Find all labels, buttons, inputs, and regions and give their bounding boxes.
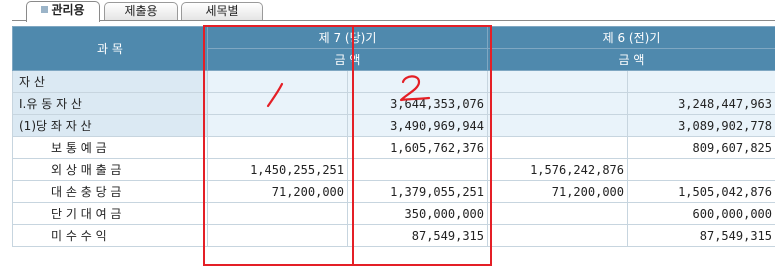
current-period-header: 제 7 (당)기 — [207, 26, 488, 49]
prior-detail-amount — [487, 224, 628, 247]
prior-total-amount: 1,505,042,876 — [627, 180, 775, 203]
prior-detail-amount — [487, 114, 628, 137]
tab-by-item[interactable]: 세목별 — [181, 2, 263, 21]
account-name-cell: 미 수 수 익 — [12, 224, 208, 247]
table-row: 미 수 수 익 87,549,315 87,549,315 — [12, 224, 775, 247]
prior-amount-header: 금 액 — [487, 48, 775, 71]
current-detail-amount: 1,450,255,251 — [207, 158, 348, 181]
tab-label: 관리용 — [51, 3, 85, 17]
prior-detail-amount — [487, 92, 628, 115]
prior-total-amount: 809,607,825 — [627, 136, 775, 159]
tab-bullet-icon — [41, 6, 49, 13]
account-name-cell: 보 통 예 금 — [12, 136, 208, 159]
tab-label: 제출용 — [124, 4, 158, 18]
prior-detail-amount — [487, 136, 628, 159]
current-amount-header: 금 액 — [207, 48, 488, 71]
table-row: 대 손 충 당 금 71,200,000 1,379,055,251 71,200,0… — [12, 180, 775, 203]
prior-total-amount — [627, 70, 775, 93]
prior-total-amount: 600,000,000 — [627, 202, 775, 225]
account-name-cell: 대 손 충 당 금 — [12, 180, 208, 203]
table-row: 단 기 대 여 금 350,000,000 600,000,000 — [12, 202, 775, 225]
prior-total-amount: 3,248,447,963 — [627, 92, 775, 115]
tab-bar: 관리용 제출용 세목별 — [0, 0, 775, 22]
prior-detail-amount: 71,200,000 — [487, 180, 628, 203]
current-detail-amount: 71,200,000 — [207, 180, 348, 203]
prior-detail-amount — [487, 202, 628, 225]
current-detail-amount — [207, 136, 348, 159]
current-detail-amount — [207, 70, 348, 93]
account-name-cell: (1)당 좌 자 산 — [12, 114, 208, 137]
current-total-amount — [347, 158, 488, 181]
account-name-cell: 외 상 매 출 금 — [12, 158, 208, 181]
current-detail-amount — [207, 224, 348, 247]
current-detail-amount — [207, 202, 348, 225]
financial-statement-table: 과 목 제 7 (당)기 제 6 (전)기 금 액 금 액 자 산 Ⅰ.유 동 자… — [12, 26, 775, 247]
table-row: 자 산 — [12, 70, 775, 93]
account-name-cell: Ⅰ.유 동 자 산 — [12, 92, 208, 115]
current-detail-amount — [207, 92, 348, 115]
account-name-cell: 단 기 대 여 금 — [12, 202, 208, 225]
prior-detail-amount: 1,576,242,876 — [487, 158, 628, 181]
tab-divider — [12, 20, 775, 21]
tab-label: 세목별 — [205, 4, 239, 18]
current-total-amount: 1,379,055,251 — [347, 180, 488, 203]
table-row: 외 상 매 출 금 1,450,255,251 1,576,242,876 — [12, 158, 775, 181]
table-row: Ⅰ.유 동 자 산 3,644,353,076 3,248,447,963 — [12, 92, 775, 115]
current-detail-amount — [207, 114, 348, 137]
subject-header: 과 목 — [12, 26, 208, 71]
current-total-amount: 3,490,969,944 — [347, 114, 488, 137]
current-total-amount: 87,549,315 — [347, 224, 488, 247]
current-total-amount: 3,644,353,076 — [347, 92, 488, 115]
prior-detail-amount — [487, 70, 628, 93]
tab-management[interactable]: 관리용 — [26, 1, 100, 22]
current-total-amount: 350,000,000 — [347, 202, 488, 225]
tab-submission[interactable]: 제출용 — [104, 2, 178, 21]
prior-period-header: 제 6 (전)기 — [487, 26, 775, 49]
prior-total-amount — [627, 158, 775, 181]
prior-total-amount: 3,089,902,778 — [627, 114, 775, 137]
current-total-amount: 1,605,762,376 — [347, 136, 488, 159]
table-row: (1)당 좌 자 산 3,490,969,944 3,089,902,778 — [12, 114, 775, 137]
table-row: 보 통 예 금 1,605,762,376 809,607,825 — [12, 136, 775, 159]
prior-total-amount: 87,549,315 — [627, 224, 775, 247]
current-total-amount — [347, 70, 488, 93]
account-name-cell: 자 산 — [12, 70, 208, 93]
